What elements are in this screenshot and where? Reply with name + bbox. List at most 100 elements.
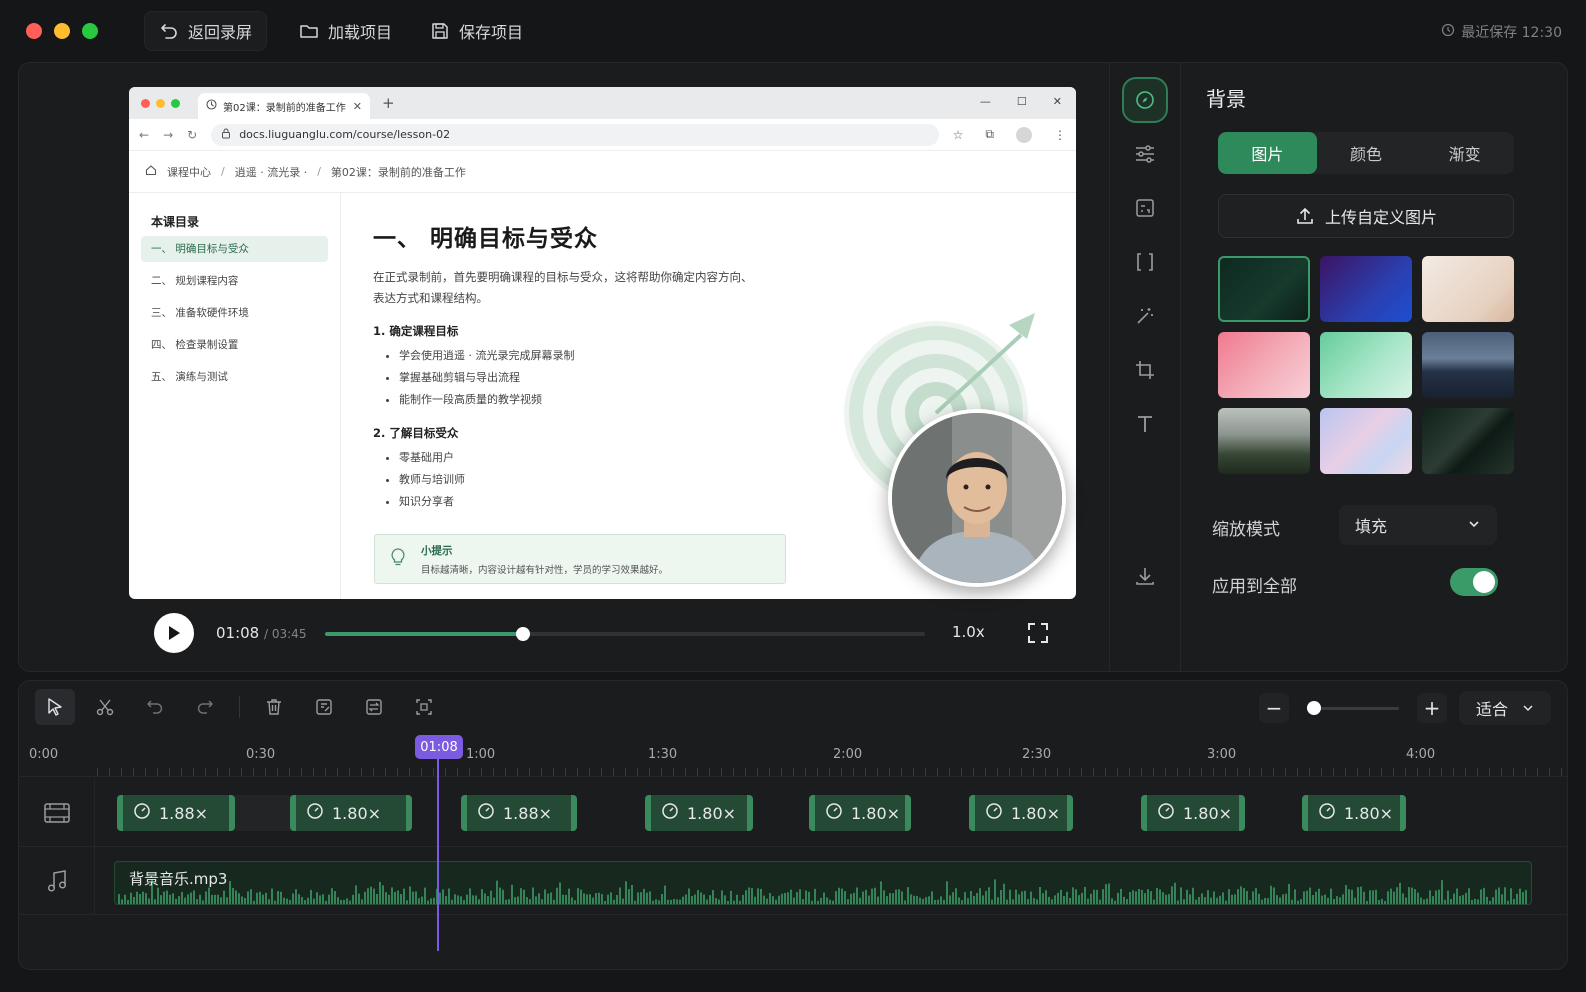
speed-gauge-icon: [1318, 802, 1336, 824]
split-tool-button[interactable]: [85, 689, 125, 725]
zoom-window-button[interactable]: [82, 23, 98, 39]
close-window-button[interactable]: [26, 23, 42, 39]
tab-image[interactable]: 图片: [1218, 132, 1317, 174]
layout-tool-button[interactable]: [1122, 185, 1168, 231]
video-clip[interactable]: 1.80×: [969, 795, 1073, 831]
background-thumbnail[interactable]: [1422, 332, 1514, 398]
chevron-down-icon: [1522, 699, 1534, 718]
toc-item: 三、 准备软硬件环境: [151, 307, 249, 319]
scale-mode-dropdown[interactable]: 填充: [1339, 505, 1497, 545]
background-thumbnail[interactable]: [1218, 408, 1310, 474]
breadcrumb: 课程中心 / 逍遥 · 流光录 · / 第02课：录制前的准备工作: [129, 151, 1076, 193]
minimize-window-button[interactable]: [54, 23, 70, 39]
delete-button[interactable]: [254, 689, 294, 725]
extensions-icon: ⧉: [985, 127, 994, 141]
tab-gradient[interactable]: 渐变: [1415, 132, 1514, 174]
zoom-in-button[interactable]: +: [1417, 693, 1447, 723]
webcam-overlay[interactable]: [888, 409, 1066, 587]
window-controls: [26, 23, 98, 39]
apply-to-all-toggle[interactable]: [1450, 568, 1498, 596]
background-tool-button[interactable]: [1122, 77, 1168, 123]
video-clip[interactable]: 1.88×: [461, 795, 577, 831]
audio-clip[interactable]: 背景音乐.mp3: [114, 861, 1532, 905]
effects-tool-button[interactable]: [1122, 293, 1168, 339]
background-panel: 背景 图片 颜色 渐变 上传自定义图片 缩放模式 填充 应用到全部: [1182, 63, 1567, 671]
ruler-tick-marks: [97, 768, 1567, 776]
zoom-slider[interactable]: [1307, 700, 1399, 715]
background-thumbnail[interactable]: [1320, 332, 1412, 398]
edit-clip-button[interactable]: [304, 689, 344, 725]
background-thumbnail[interactable]: [1218, 256, 1310, 322]
zoom-out-button[interactable]: −: [1259, 693, 1289, 723]
playback-speed[interactable]: 1.0x: [952, 623, 985, 641]
browser-tab: 第02课：录制前的准备工作 ✕: [198, 93, 370, 119]
editor-main-panel: 第02课：录制前的准备工作 ✕ + — ☐ ✕ ← → ↻ docs.liugu…: [18, 62, 1568, 672]
upload-label: 上传自定义图片: [1324, 208, 1437, 227]
zoom-slider-knob[interactable]: [1307, 700, 1321, 715]
breadcrumb-item: 第02课：录制前的准备工作: [330, 165, 466, 179]
video-clip[interactable]: 1.80×: [290, 795, 412, 831]
adjust-tool-button[interactable]: [1122, 131, 1168, 177]
background-thumbnail[interactable]: [1422, 256, 1514, 322]
frame-tool-button[interactable]: [1122, 239, 1168, 285]
crop-tool-button[interactable]: [1122, 347, 1168, 393]
back-to-recording-button[interactable]: 返回录屏: [144, 11, 268, 51]
video-clip[interactable]: 1.80×: [1302, 795, 1406, 831]
time-ruler[interactable]: 0:00 0:30 1:00 1:30 2:00 2:30 3:00 4:00: [19, 737, 1567, 777]
fullscreen-icon: [1028, 623, 1048, 643]
profile-avatar-icon: [1016, 126, 1032, 143]
playhead-line[interactable]: [437, 735, 439, 951]
background-thumbnail[interactable]: [1218, 332, 1310, 398]
scale-mode-label: 缩放模式: [1212, 520, 1280, 540]
play-button[interactable]: [154, 613, 194, 653]
replace-clip-button[interactable]: [354, 689, 394, 725]
tip-text: 目标越清晰，内容设计越有针对性，学员的学习效果越好。: [421, 564, 669, 576]
speed-gauge-icon: [133, 802, 151, 824]
minus-icon: −: [1265, 696, 1283, 720]
play-icon: [169, 626, 180, 640]
video-clip[interactable]: 1.80×: [809, 795, 911, 831]
background-thumbnail[interactable]: [1422, 408, 1514, 474]
ruler-tick-label: 0:00: [29, 747, 59, 762]
upload-icon: [1297, 207, 1313, 224]
minimize-icon: —: [979, 95, 991, 108]
layout-icon: [1136, 199, 1154, 217]
progress-bar[interactable]: [325, 627, 925, 641]
upload-custom-image-button[interactable]: 上传自定义图片: [1218, 194, 1514, 238]
fit-dropdown[interactable]: 适合: [1459, 691, 1551, 725]
ruler-tick-label: 2:00: [833, 747, 863, 762]
video-track: 1.88× 1.80× 1.88× 1.80× 1.80× 1.80× 1.80…: [19, 779, 1567, 847]
progress-knob[interactable]: [516, 627, 530, 641]
select-tool-button[interactable]: [35, 689, 75, 725]
panel-title: 背景: [1206, 87, 1246, 111]
tab-color[interactable]: 颜色: [1317, 132, 1416, 174]
redo-icon: [197, 700, 214, 714]
load-project-button[interactable]: 加载项目: [285, 11, 406, 51]
breadcrumb-item: 课程中心: [167, 165, 211, 179]
background-thumbnail[interactable]: [1320, 256, 1412, 322]
speed-gauge-icon: [306, 802, 324, 824]
undo-button[interactable]: [135, 689, 175, 725]
current-time: 01:08: [216, 624, 260, 642]
fullscreen-button[interactable]: [1027, 622, 1049, 648]
reload-icon: ↻: [187, 127, 198, 142]
speed-gauge-icon: [985, 802, 1003, 824]
home-icon: [145, 164, 157, 179]
breadcrumb-item: 逍遥 · 流光录 ·: [234, 165, 308, 179]
browser-actions: ☆ ⧉ ⋮: [953, 126, 1066, 143]
undo-icon: [146, 700, 163, 714]
ruler-tick-label: 1:30: [648, 747, 678, 762]
export-tool-button[interactable]: [1122, 553, 1168, 599]
video-clip[interactable]: 1.80×: [1141, 795, 1245, 831]
group-clip-button[interactable]: [404, 689, 444, 725]
music-note-icon: [47, 870, 66, 892]
text-tool-button[interactable]: [1122, 401, 1168, 447]
redo-button[interactable]: [185, 689, 225, 725]
video-clip[interactable]: 1.88×: [117, 795, 235, 831]
playhead-time-label[interactable]: 01:08: [415, 735, 463, 759]
apply-to-all-label: 应用到全部: [1212, 577, 1297, 597]
video-clip[interactable]: 1.80×: [645, 795, 753, 831]
browser-window-controls: — ☐ ✕: [980, 95, 1062, 108]
save-project-button[interactable]: 保存项目: [416, 11, 537, 51]
background-thumbnail[interactable]: [1320, 408, 1412, 474]
